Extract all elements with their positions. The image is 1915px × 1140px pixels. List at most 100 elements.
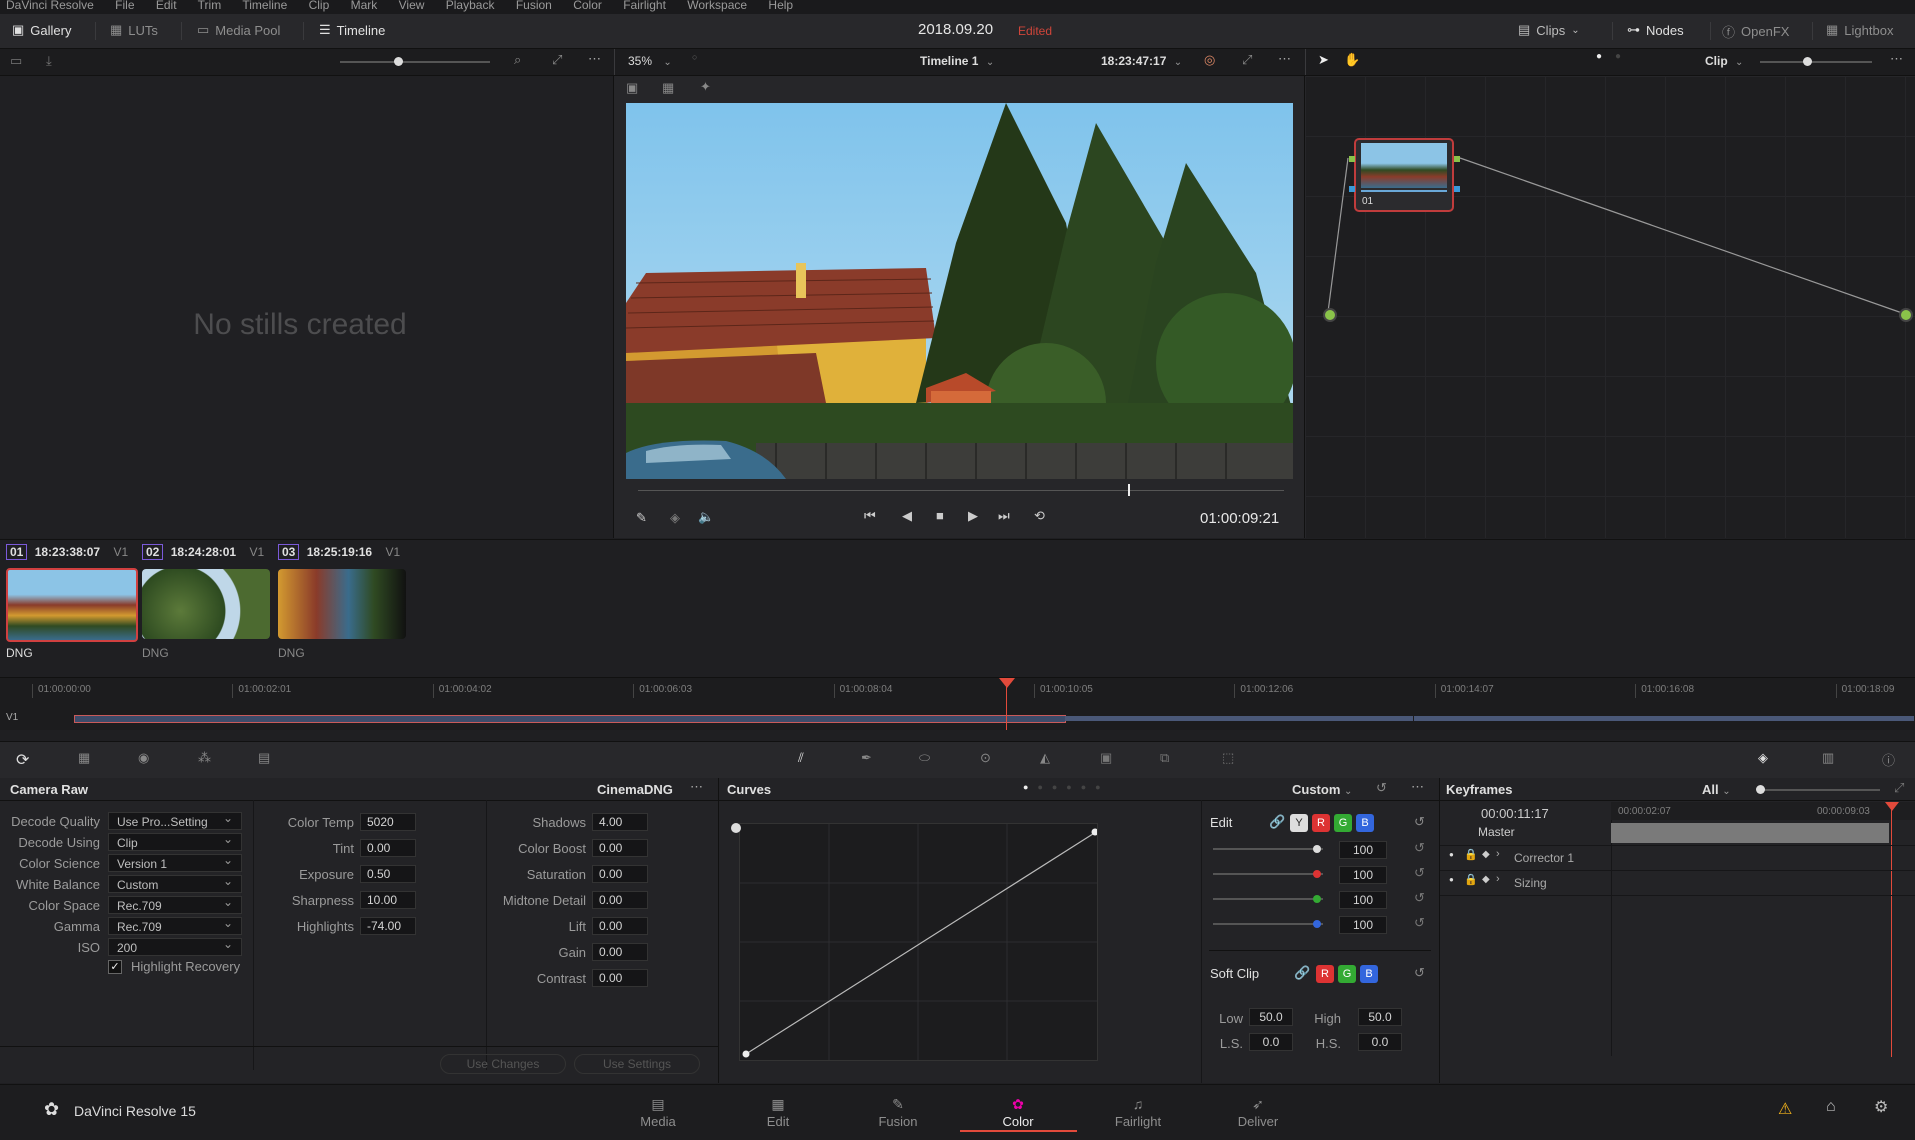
expand-icon[interactable]: ⤢ <box>1894 780 1904 796</box>
reset-icon[interactable]: ↺ <box>1414 890 1425 906</box>
output-dot[interactable] <box>1899 308 1913 322</box>
menu-file[interactable]: File <box>115 0 134 12</box>
zoom-dropdown[interactable]: 35% ⌄ <box>628 54 672 68</box>
warning-icon[interactable]: ⚠ <box>1778 1099 1792 1119</box>
menu-view[interactable]: View <box>399 0 425 12</box>
key-icon[interactable]: ▣ <box>1100 750 1112 766</box>
intensity-r-field[interactable]: 100 <box>1339 866 1387 884</box>
use-changes-button[interactable]: Use Changes <box>440 1054 566 1074</box>
layers-icon[interactable]: ◈ <box>670 510 680 526</box>
split-view-icon[interactable]: ▦ <box>662 80 674 96</box>
link-icon[interactable]: 🔗 <box>1294 965 1310 981</box>
media-pool-button[interactable]: ▭ Media Pool <box>197 22 280 38</box>
link-icon[interactable]: 🔗 <box>1269 814 1285 830</box>
blur-icon[interactable]: ◭ <box>1040 750 1050 766</box>
intensity-g-field[interactable]: 100 <box>1339 891 1387 909</box>
lock-icon[interactable]: 🔒 <box>1464 848 1478 861</box>
tracker-icon[interactable]: ⊙ <box>980 750 991 766</box>
channel-r-button[interactable]: R <box>1312 814 1330 832</box>
scopes-icon[interactable]: ▥ <box>1822 750 1834 766</box>
gallery-zoom-slider[interactable] <box>340 57 490 66</box>
play-icon[interactable]: ▶ <box>968 508 978 524</box>
loop-icon[interactable]: ⟲ <box>1034 508 1045 524</box>
reset-icon[interactable]: ↺ <box>1414 915 1425 931</box>
keyframe-track-corrector[interactable]: ● 🔒 ◆ › Corrector 1 <box>1440 846 1611 870</box>
saturation-field[interactable]: 0.00 <box>592 865 648 883</box>
tab-color[interactable]: ✿ Color <box>958 1096 1078 1129</box>
keyframes-icon[interactable]: ◈ <box>1758 750 1768 766</box>
channel-b-button[interactable]: B <box>1360 965 1378 983</box>
gamma-select[interactable]: Rec.709 <box>108 916 242 935</box>
node-zoom-slider[interactable] <box>1760 57 1872 66</box>
curves-icon[interactable]: ⫽ <box>798 750 804 766</box>
lock-icon[interactable]: 🔒 <box>1464 873 1478 886</box>
curve-page-dots[interactable]: ●●●●●● <box>1023 782 1110 792</box>
go-to-start-icon[interactable]: ⏮ <box>864 508 876 524</box>
node-editor[interactable]: 01 <box>1305 76 1915 538</box>
color-match-icon[interactable]: ▦ <box>78 750 90 766</box>
node-output-green[interactable] <box>1454 156 1460 162</box>
menu-clip[interactable]: Clip <box>309 0 330 12</box>
use-settings-button[interactable]: Use Settings <box>574 1054 700 1074</box>
menu-mark[interactable]: Mark <box>351 0 378 12</box>
lift-field[interactable]: 0.00 <box>592 917 648 935</box>
curve-graph[interactable] <box>739 823 1099 1061</box>
iso-select[interactable]: 200 <box>108 937 242 956</box>
tab-fairlight[interactable]: ♫ Fairlight <box>1078 1096 1198 1129</box>
menu-fairlight[interactable]: Fairlight <box>623 0 666 12</box>
chevron-right-icon[interactable]: › <box>1496 873 1500 885</box>
camera-raw-icon[interactable]: ⟳ <box>16 750 29 770</box>
reset-icon[interactable]: ↺ <box>1414 814 1425 830</box>
ls-field[interactable]: 0.0 <box>1249 1033 1293 1051</box>
menu-workspace[interactable]: Workspace <box>687 0 747 12</box>
volume-icon[interactable]: 🔈 <box>698 509 714 525</box>
keyframe-zoom-slider[interactable] <box>1756 785 1880 794</box>
menu-fusion[interactable]: Fusion <box>516 0 552 12</box>
timeline-clip-bar[interactable] <box>1065 716 1413 721</box>
decode-quality-select[interactable]: Use Pro...Setting <box>108 811 242 830</box>
playhead-marker[interactable] <box>1885 802 1899 811</box>
reset-icon[interactable]: ↺ <box>1376 780 1387 796</box>
intensity-b-field[interactable]: 100 <box>1339 916 1387 934</box>
curve-mode-dropdown[interactable]: Custom ⌄ <box>1292 782 1352 797</box>
intensity-b-slider[interactable] <box>1213 920 1323 928</box>
timeline-clip-bar[interactable] <box>74 715 1066 723</box>
node-input-green[interactable] <box>1349 156 1355 162</box>
tab-fusion[interactable]: ✎ Fusion <box>838 1096 958 1129</box>
clip-thumbnail[interactable] <box>142 569 270 639</box>
intensity-g-slider[interactable] <box>1213 895 1323 903</box>
info-icon[interactable]: ⓘ <box>1882 750 1895 769</box>
luts-button[interactable]: ▦ LUTs <box>110 22 158 38</box>
magic-wand-icon[interactable]: ✦ <box>700 79 711 95</box>
clip-mode-dropdown[interactable]: Clip ⌄ <box>1705 54 1743 68</box>
menu-playback[interactable]: Playback <box>446 0 495 12</box>
shadows-field[interactable]: 4.00 <box>592 813 648 831</box>
sharpness-field[interactable]: 10.00 <box>360 891 416 909</box>
tab-edit[interactable]: ▦ Edit <box>718 1096 838 1129</box>
sizing-icon[interactable]: ⧉ <box>1160 750 1169 766</box>
highlights-field[interactable]: -74.00 <box>360 917 416 935</box>
playhead-marker[interactable] <box>999 678 1015 688</box>
channel-y-button[interactable]: Y <box>1290 814 1308 832</box>
timeline-clip-bar[interactable] <box>1414 716 1914 721</box>
reset-icon[interactable]: ↺ <box>1414 965 1425 981</box>
color-wheels-icon[interactable]: ◉ <box>138 750 149 766</box>
color-science-select[interactable]: Version 1 <box>108 853 242 872</box>
timeline-name-dropdown[interactable]: Timeline 1 ⌄ <box>920 54 994 68</box>
qualifier-icon[interactable]: ✒ <box>861 750 872 766</box>
window-icon[interactable]: ⬭ <box>919 750 930 766</box>
reset-icon[interactable]: ↺ <box>1414 865 1425 881</box>
low-field[interactable]: 50.0 <box>1249 1008 1293 1026</box>
download-icon[interactable]: ⤓ <box>46 53 52 69</box>
diamond-icon[interactable]: ◆ <box>1482 849 1490 860</box>
keyframe-track-sizing[interactable]: ● 🔒 ◆ › Sizing <box>1440 871 1611 895</box>
exposure-field[interactable]: 0.50 <box>360 865 416 883</box>
highlight-recovery-checkbox[interactable]: ✓ <box>108 960 122 974</box>
node-output-blue[interactable] <box>1454 186 1460 192</box>
high-field[interactable]: 50.0 <box>1358 1008 1402 1026</box>
home-icon[interactable]: ⌂ <box>1826 1098 1836 1116</box>
timeline-button[interactable]: ☰ Timeline <box>319 22 385 38</box>
color-temp-field[interactable]: 5020 <box>360 813 416 831</box>
hs-field[interactable]: 0.0 <box>1358 1033 1402 1051</box>
tab-deliver[interactable]: ➶ Deliver <box>1198 1096 1318 1129</box>
